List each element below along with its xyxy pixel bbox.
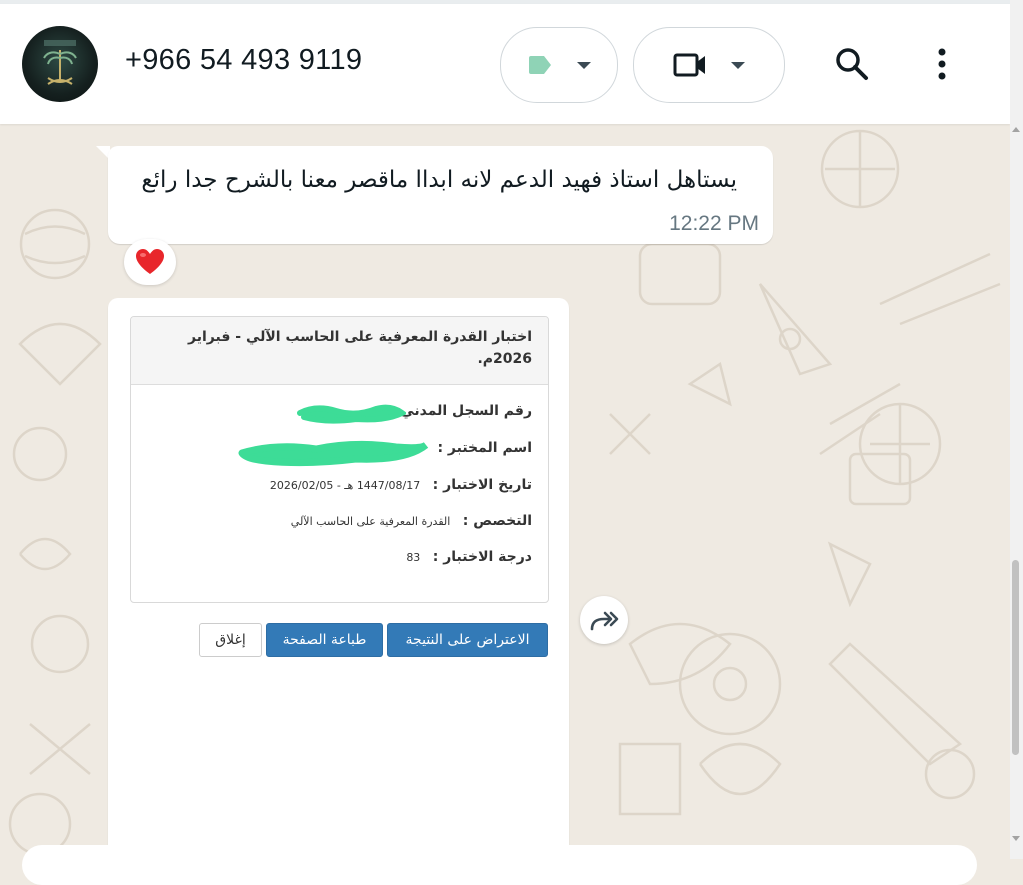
scroll-up-icon[interactable]	[1012, 127, 1020, 132]
result-label: رقم السجل المدني :	[389, 403, 532, 419]
avatar-emblem-icon	[43, 40, 77, 85]
print-button[interactable]: طباعة الصفحة	[266, 623, 383, 657]
more-vertical-icon	[938, 48, 946, 80]
result-value: 83	[406, 551, 421, 564]
search-button[interactable]	[832, 44, 872, 84]
close-button[interactable]: إغلاق	[199, 623, 262, 657]
redaction-mark	[297, 404, 406, 424]
search-icon	[836, 48, 868, 80]
scroll-down-icon[interactable]	[1012, 836, 1020, 841]
contact-name[interactable]: +966 54 493 9119	[125, 44, 362, 77]
label-tag-icon	[529, 56, 551, 74]
result-label: درجة الاختبار :	[432, 549, 532, 565]
chat-panel[interactable]: يستاهل استاذ فهيد الدعم لانه ابداا ماقصر…	[0, 124, 1010, 859]
result-row-score: درجة الاختبار : 83	[406, 549, 532, 565]
menu-button[interactable]	[922, 44, 962, 84]
chevron-down-icon	[577, 61, 591, 69]
message-compose-bar[interactable]	[22, 845, 977, 885]
result-label: تاريخ الاختبار :	[432, 477, 532, 493]
result-value: 1447/08/17 هـ - 2026/02/05	[269, 479, 421, 492]
contact-avatar[interactable]	[22, 26, 98, 102]
heart-icon	[136, 249, 164, 274]
result-label: اسم المختبر :	[437, 440, 532, 456]
message-text: يستاهل استاذ فهيد الدعم لانه ابداا ماقصر…	[141, 167, 737, 193]
chat-scrollbar[interactable]	[1010, 0, 1023, 859]
result-value: القدرة المعرفية على الحاسب الآلي	[290, 515, 451, 528]
video-camera-icon	[673, 53, 705, 77]
incoming-message[interactable]: يستاهل استاذ فهيد الدعم لانه ابداا ماقصر…	[108, 146, 773, 244]
chevron-down-icon	[731, 61, 745, 69]
result-card-title: اختبار القدرة المعرفية على الحاسب الآلي …	[131, 317, 548, 385]
message-reaction[interactable]	[124, 239, 176, 285]
video-call-button[interactable]	[633, 27, 785, 103]
objection-button[interactable]: الاعتراض على النتيجة	[387, 623, 548, 657]
result-row-candidate-name: اسم المختبر :	[429, 440, 532, 456]
chat-header: +966 54 493 9119	[0, 4, 1010, 124]
forward-button[interactable]	[580, 596, 628, 644]
exam-result-card: اختبار القدرة المعرفية على الحاسب الآلي …	[130, 316, 549, 603]
redaction-mark	[238, 440, 429, 467]
message-timestamp: 12:22 PM	[669, 212, 759, 235]
result-label: التخصص :	[462, 513, 532, 529]
scrollbar-thumb[interactable]	[1012, 560, 1019, 755]
image-message[interactable]: اختبار القدرة المعرفية على الحاسب الآلي …	[108, 298, 569, 859]
result-row-specialty: التخصص : القدرة المعرفية على الحاسب الآل…	[291, 513, 532, 529]
label-dropdown-button[interactable]	[500, 27, 618, 103]
forward-icon	[590, 611, 619, 631]
result-row-exam-date: تاريخ الاختبار : 1447/08/17 هـ - 2026/02…	[270, 477, 532, 493]
